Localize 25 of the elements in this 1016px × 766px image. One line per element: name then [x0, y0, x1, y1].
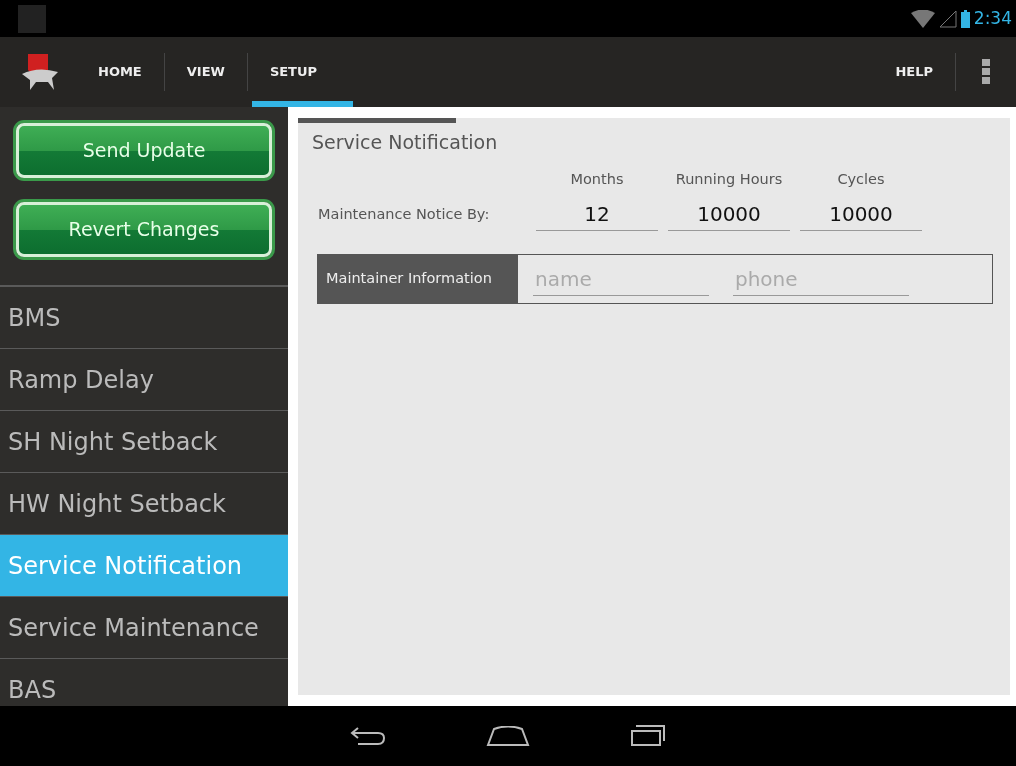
nav-tab[interactable]: VIEW [164, 37, 247, 107]
number-field[interactable]: 10000 [668, 198, 790, 232]
nav-tab[interactable]: HOME [76, 37, 164, 107]
recent-apps-icon[interactable] [630, 725, 666, 747]
input-field[interactable]: name [533, 262, 709, 296]
column-label: Cycles [837, 169, 885, 189]
help-button[interactable]: HELP [873, 37, 955, 107]
section-label: Maintainer Information [318, 255, 518, 304]
app-icon [18, 4, 46, 33]
overflow-menu-icon[interactable] [982, 59, 990, 85]
back-icon[interactable] [350, 726, 386, 746]
signal-icon [938, 9, 957, 28]
battery-icon [960, 9, 970, 28]
number-field[interactable]: 12 [536, 198, 658, 232]
input-field[interactable]: phone [733, 262, 909, 296]
home-icon[interactable] [486, 726, 530, 746]
clock-time: 2:34 [973, 6, 1012, 30]
wifi-icon [910, 9, 935, 28]
revert-changes-button[interactable]: Revert Changes [16, 202, 272, 257]
column-label: Running Hours [675, 169, 783, 189]
panel-title: Service Notification [311, 130, 498, 155]
field-label: Maintenance Notice By: [317, 204, 491, 224]
number-field[interactable]: 10000 [800, 198, 922, 232]
nav-tab[interactable]: SETUP [247, 37, 354, 107]
column-label: Months [570, 169, 624, 189]
